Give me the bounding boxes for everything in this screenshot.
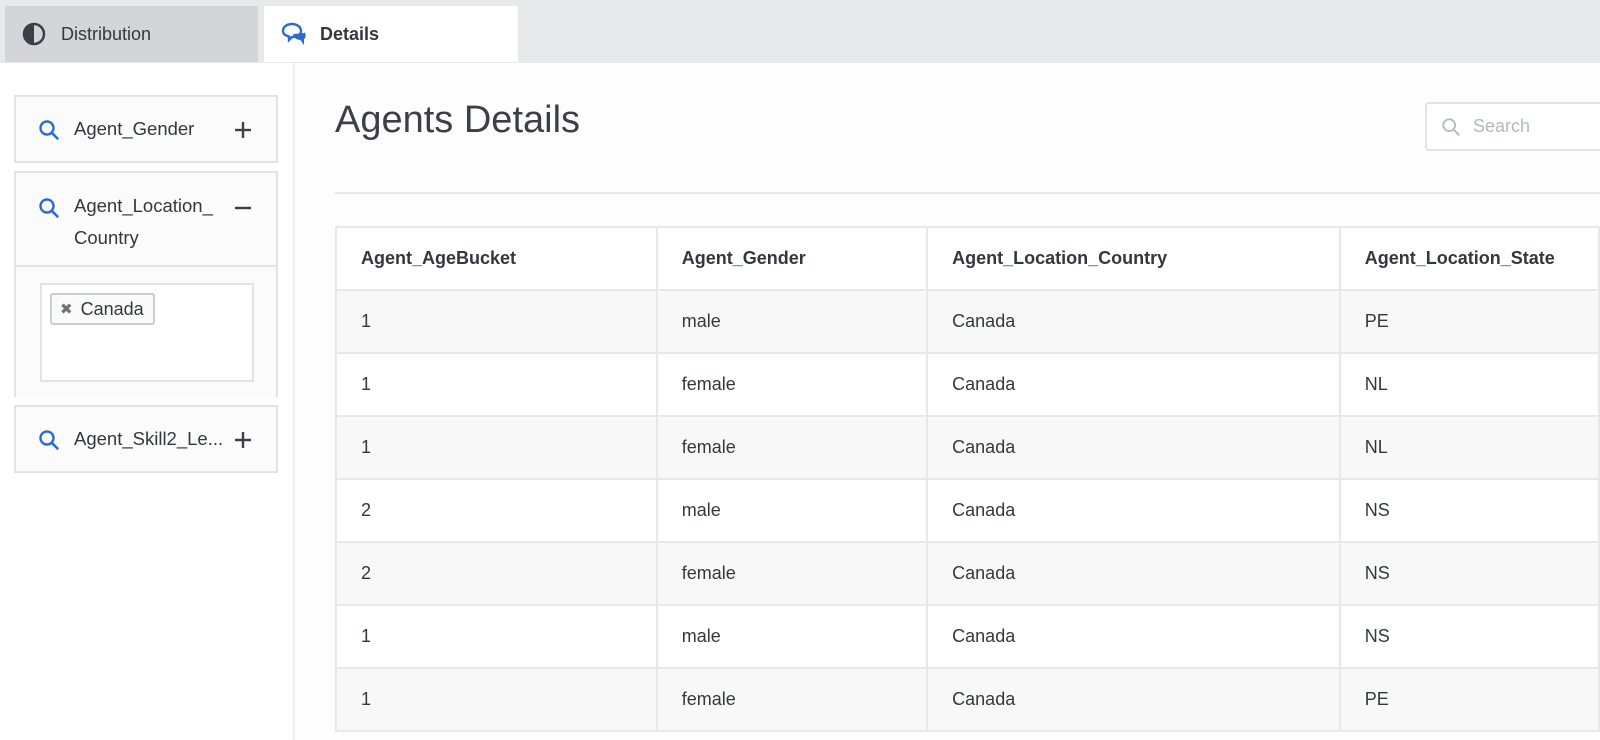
table-row: 1 male Canada PE (335, 289, 1600, 354)
table-cell: 1 (335, 289, 658, 354)
table-cell: NS (1338, 541, 1600, 606)
divider (335, 192, 1600, 194)
table-cell: female (655, 541, 929, 606)
half-circle-icon (21, 21, 47, 47)
search-box[interactable] (1425, 102, 1600, 151)
table-cell: male (655, 289, 929, 354)
column-header[interactable]: Agent_Location_Country (926, 226, 1341, 291)
search-icon (39, 120, 59, 140)
facet-selection-area: ✖ Canada (16, 265, 276, 398)
table-cell: PE (1338, 667, 1600, 732)
table-row: 2 male Canada NS (335, 478, 1600, 543)
table-cell: Canada (926, 478, 1341, 543)
table-row: 1 female Canada NL (335, 415, 1600, 480)
selected-chip: ✖ Canada (50, 293, 155, 325)
column-header[interactable]: Agent_Location_State (1338, 226, 1600, 291)
table-cell: male (655, 604, 929, 669)
table-cell: PE (1338, 289, 1600, 354)
table-cell: Canada (926, 541, 1341, 606)
facet-agent-location-country: Agent_Location_ Country ✖ Canada (14, 171, 278, 398)
tab-details[interactable]: Details (264, 6, 518, 62)
facet-agent-skill2: Agent_Skill2_Le... (14, 405, 278, 473)
search-icon (39, 430, 59, 450)
table-cell: female (655, 352, 929, 417)
table-cell: NS (1338, 478, 1600, 543)
search-icon (39, 198, 59, 218)
facet-sidebar: Agent_Gender Agent_Location_ Country ✖ C… (0, 63, 295, 740)
remove-x-icon[interactable]: ✖ (60, 300, 73, 318)
table-cell: Canada (926, 289, 1341, 354)
search-icon (1442, 117, 1460, 136)
chat-bubbles-icon (280, 21, 306, 47)
table-cell: Canada (926, 415, 1341, 480)
table-cell: NL (1338, 352, 1600, 417)
table-cell: NS (1338, 604, 1600, 669)
facet-title: Agent_Location_ Country (74, 195, 213, 248)
expand-plus-icon[interactable] (232, 429, 254, 451)
agents-table: Agent_AgeBucket Agent_Gender Agent_Locat… (335, 226, 1600, 732)
table-cell: 1 (335, 667, 658, 732)
column-header[interactable]: Agent_AgeBucket (335, 226, 658, 291)
table-cell: Canada (926, 352, 1341, 417)
facet-agent-gender: Agent_Gender (14, 95, 278, 163)
table-cell: Canada (926, 667, 1341, 732)
table-cell: Canada (926, 604, 1341, 669)
selected-values-box[interactable]: ✖ Canada (40, 283, 254, 382)
table-cell: 1 (335, 604, 658, 669)
chip-label: Canada (80, 298, 144, 319)
main-content: Agents Details Agent_AgeBucket Agent_Gen… (297, 63, 1600, 740)
table-row: 2 female Canada NS (335, 541, 1600, 606)
table-cell: 2 (335, 478, 658, 543)
table-row: 1 female Canada NL (335, 352, 1600, 417)
column-header[interactable]: Agent_Gender (655, 226, 929, 291)
table-cell: 1 (335, 352, 658, 417)
collapse-minus-icon[interactable] (232, 197, 254, 219)
tab-label: Distribution (61, 23, 152, 44)
tab-distribution[interactable]: Distribution (5, 6, 258, 62)
tab-bar: Distribution Details (0, 0, 1600, 63)
table-cell: 2 (335, 541, 658, 606)
search-input[interactable] (1473, 116, 1600, 137)
table-row: 1 female Canada PE (335, 667, 1600, 732)
table-cell: female (655, 667, 929, 732)
table-header-row: Agent_AgeBucket Agent_Gender Agent_Locat… (335, 226, 1600, 291)
table-cell: male (655, 478, 929, 543)
table-cell: NL (1338, 415, 1600, 480)
facet-title: Agent_Gender (74, 118, 195, 139)
expand-plus-icon[interactable] (232, 119, 254, 141)
tab-label: Details (320, 23, 380, 44)
page-title: Agents Details (335, 99, 581, 141)
table-cell: 1 (335, 415, 658, 480)
table-row: 1 male Canada NS (335, 604, 1600, 669)
facet-title: Agent_Skill2_Le... (74, 428, 224, 449)
table-cell: female (655, 415, 929, 480)
